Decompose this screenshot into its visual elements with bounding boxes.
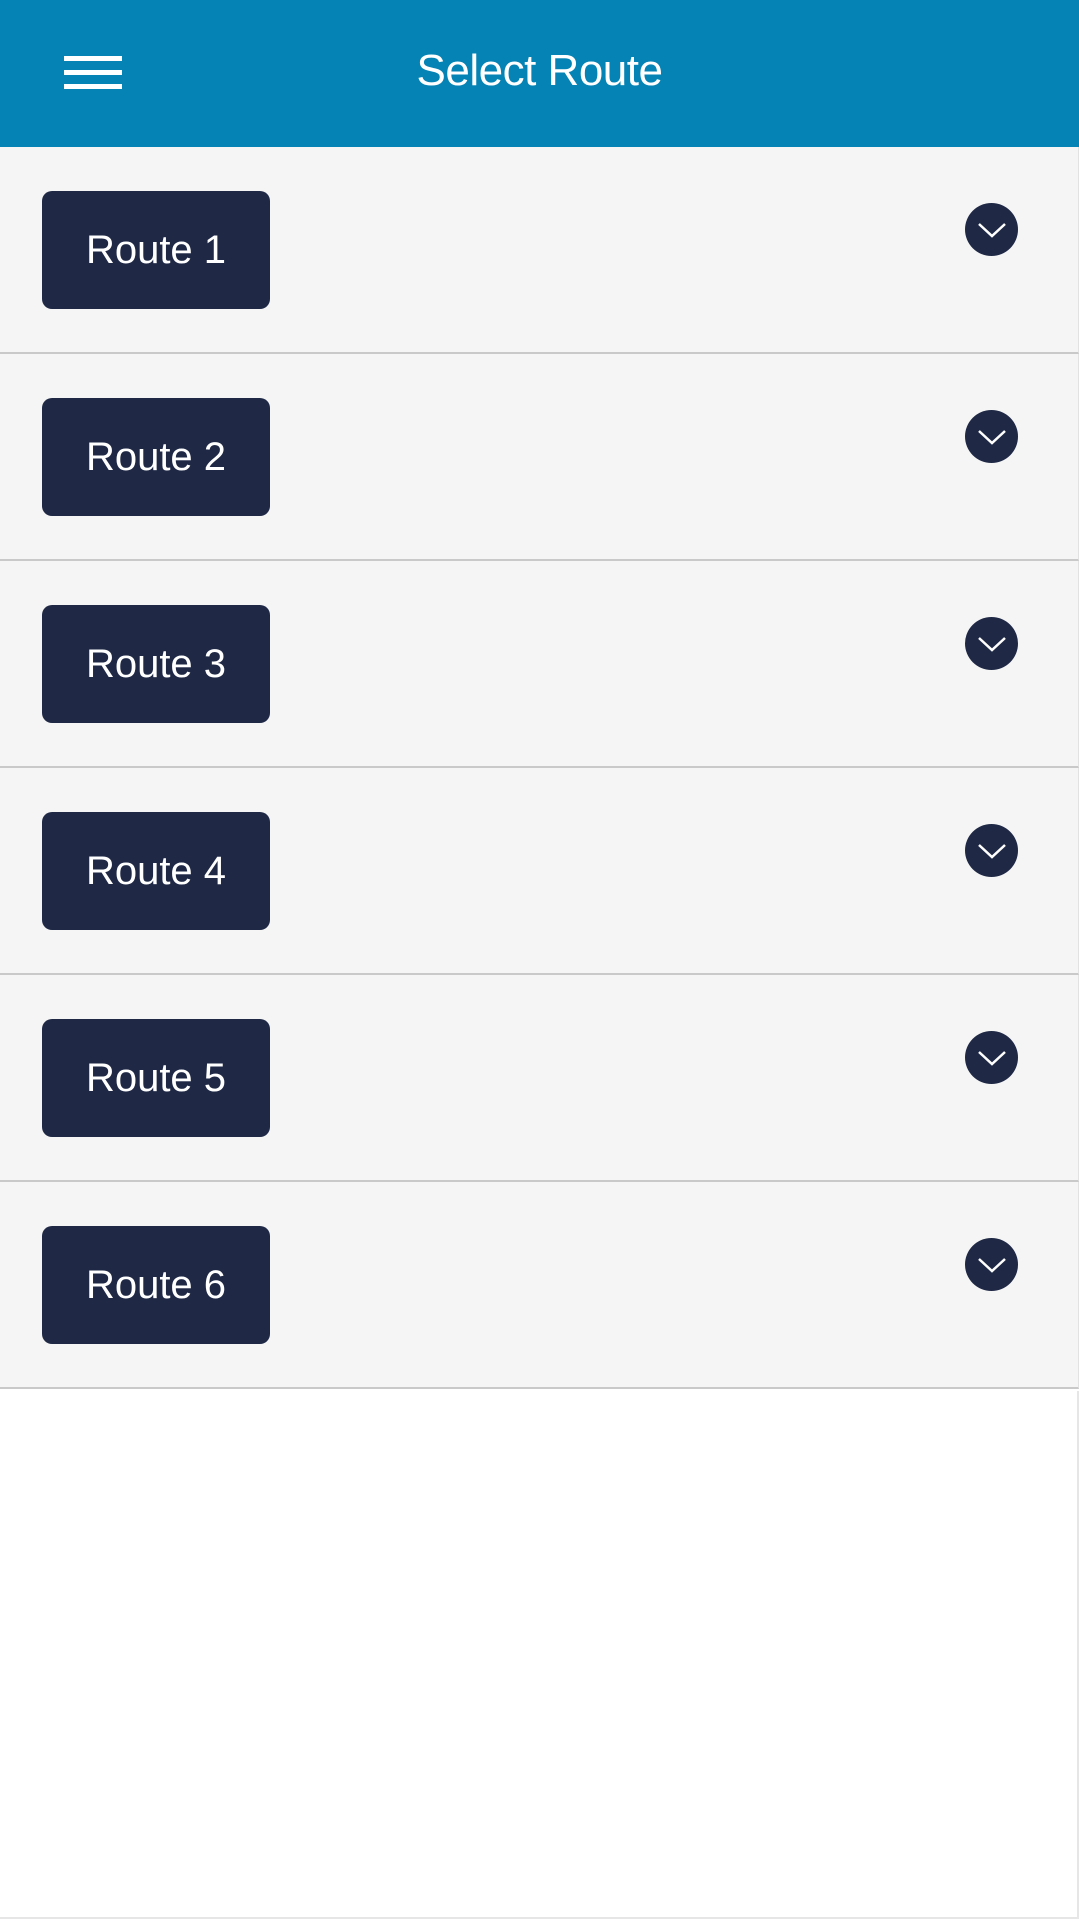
chevron-down-icon: [977, 636, 1006, 652]
route-button[interactable]: Route 1: [42, 191, 270, 309]
route-button[interactable]: Route 2: [42, 398, 270, 516]
route-row: Route 4: [0, 768, 1079, 975]
app-bar: Select Route: [0, 0, 1079, 147]
expand-route-button[interactable]: [965, 617, 1018, 670]
expand-route-button[interactable]: [965, 203, 1018, 256]
chevron-down-icon: [977, 1050, 1006, 1066]
route-row: Route 6: [0, 1182, 1079, 1389]
chevron-down-icon: [977, 429, 1006, 445]
route-row: Route 1: [0, 147, 1079, 354]
expand-route-button[interactable]: [965, 1031, 1018, 1084]
expand-route-button[interactable]: [965, 410, 1018, 463]
route-row: Route 5: [0, 975, 1079, 1182]
route-button[interactable]: Route 5: [42, 1019, 270, 1137]
chevron-down-icon: [977, 843, 1006, 859]
expand-route-button[interactable]: [965, 1238, 1018, 1291]
chevron-down-icon: [977, 222, 1006, 238]
route-row: Route 3: [0, 561, 1079, 768]
route-button[interactable]: Route 4: [42, 812, 270, 930]
expand-route-button[interactable]: [965, 824, 1018, 877]
route-button[interactable]: Route 6: [42, 1226, 270, 1344]
page-title: Select Route: [416, 46, 663, 95]
route-list: Route 1 Route 2 Route 3 Route 4 Route 5 …: [0, 147, 1079, 1389]
route-row: Route 2: [0, 354, 1079, 561]
chevron-down-icon: [977, 1257, 1006, 1273]
empty-content-area: [0, 1391, 1079, 1919]
route-button[interactable]: Route 3: [42, 605, 270, 723]
